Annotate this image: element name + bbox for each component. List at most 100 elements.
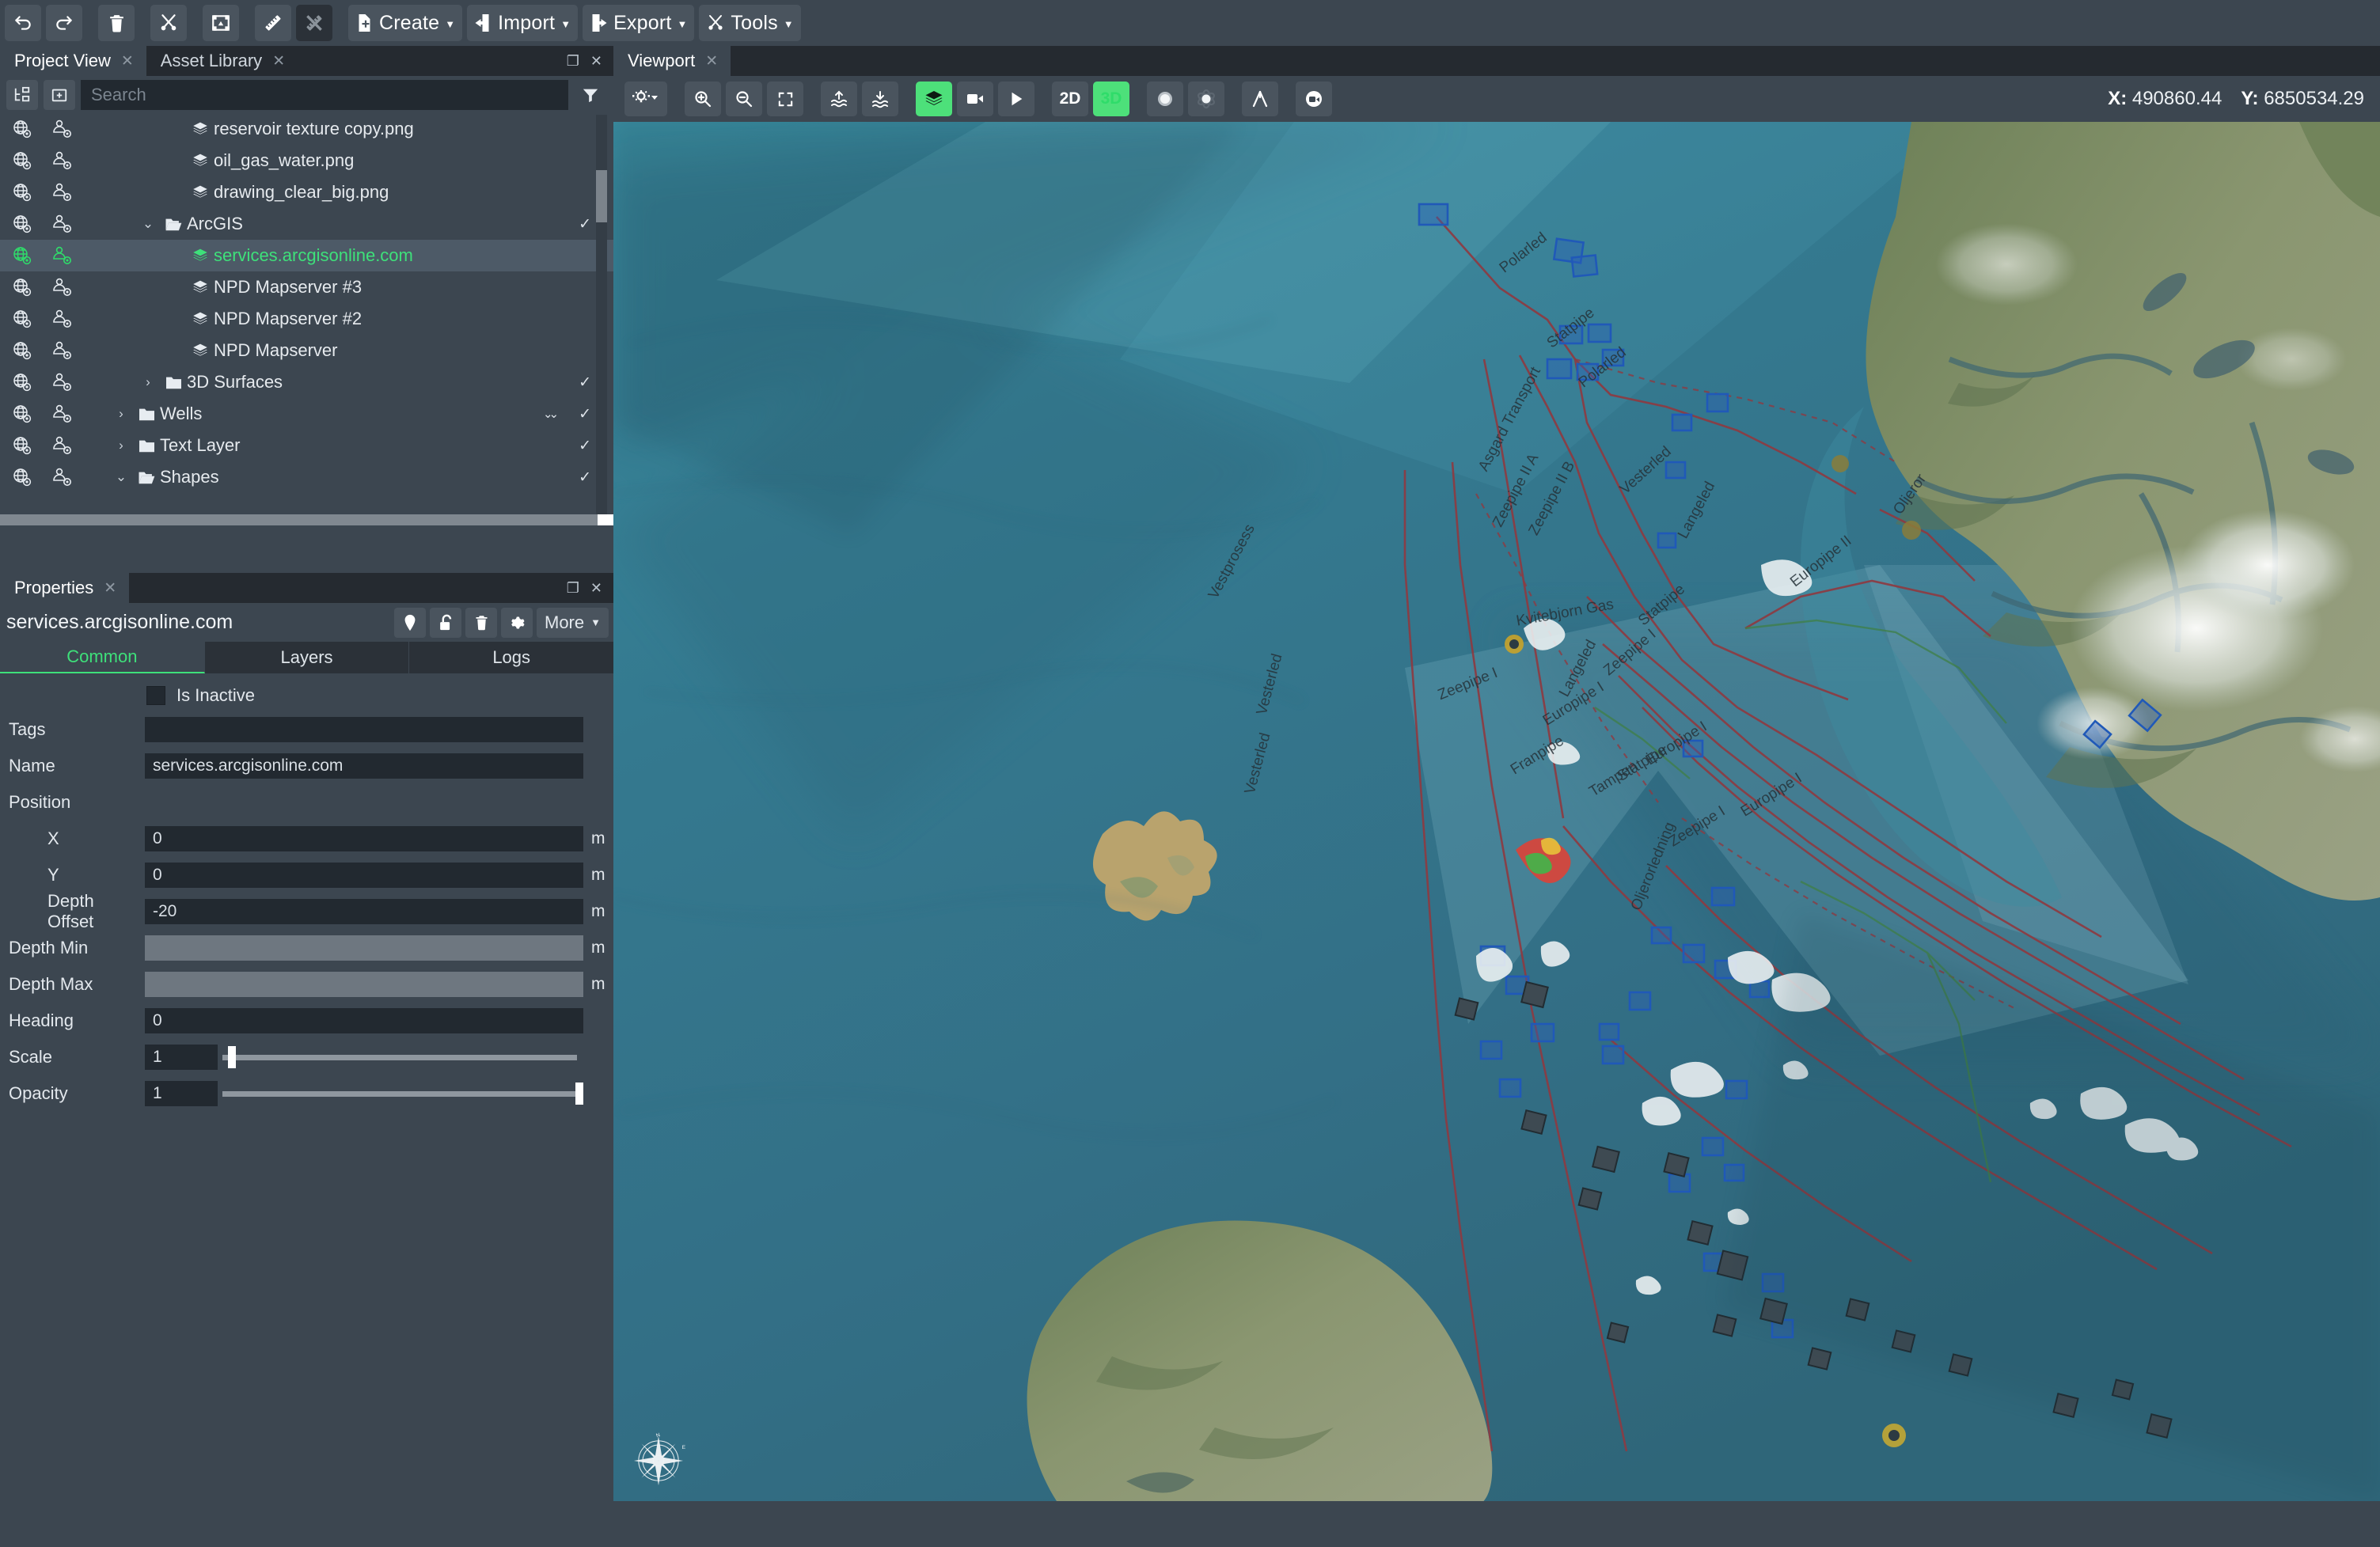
globe-visibility-icon[interactable]: [6, 432, 38, 459]
person-visibility-icon[interactable]: [46, 305, 78, 332]
close-panel-icon[interactable]: ✕: [590, 53, 602, 70]
globe-visibility-icon[interactable]: [6, 464, 38, 491]
viewport-settings-button[interactable]: [624, 82, 667, 116]
camera-button[interactable]: [957, 82, 993, 116]
cut-button[interactable]: [150, 5, 187, 41]
globe-visibility-icon[interactable]: [6, 274, 38, 301]
scale-slider-handle[interactable]: [228, 1046, 237, 1068]
angle-button[interactable]: [1242, 82, 1278, 116]
person-visibility-icon[interactable]: [46, 337, 78, 364]
scale-input[interactable]: [145, 1045, 218, 1070]
expand-all-icon[interactable]: ⌄⌄: [543, 407, 559, 421]
tree-horizontal-scrollbar[interactable]: [0, 514, 613, 525]
view-3d-button[interactable]: 3D: [1093, 82, 1129, 116]
tree-row[interactable]: ⌄ Shapes ✓: [0, 461, 613, 493]
tags-input[interactable]: [145, 717, 583, 742]
import-menu[interactable]: Import ▼: [467, 5, 579, 41]
tree-row[interactable]: ⌄ ArcGIS ✓: [0, 208, 613, 240]
chevron-right-icon[interactable]: ›: [109, 406, 133, 422]
tree-row[interactable]: › Text Layer ✓: [0, 430, 613, 461]
tree-row[interactable]: drawing_clear_big.png: [0, 176, 613, 208]
person-visibility-icon[interactable]: [46, 116, 78, 142]
more-dropdown[interactable]: More ▼: [537, 607, 609, 638]
depth-offset-input[interactable]: [145, 899, 583, 924]
redo-button[interactable]: [46, 5, 82, 41]
tree-row[interactable]: NPD Mapserver: [0, 335, 613, 366]
is-inactive-checkbox[interactable]: [146, 686, 165, 705]
sea-surface-down-button[interactable]: [862, 82, 898, 116]
person-visibility-icon[interactable]: [46, 274, 78, 301]
tab-common[interactable]: Common: [0, 642, 205, 673]
delete-button[interactable]: [98, 5, 135, 41]
row-check-icon[interactable]: ✓: [579, 373, 591, 392]
globe-visibility-icon[interactable]: [6, 369, 38, 396]
person-visibility-icon[interactable]: [46, 400, 78, 427]
settings-button[interactable]: [501, 607, 533, 638]
project-tree[interactable]: reservoir texture copy.png oil_gas_water.…: [0, 113, 613, 525]
tab-project-view[interactable]: Project View ✕: [0, 46, 146, 76]
heading-input[interactable]: [145, 1008, 583, 1033]
row-check-icon[interactable]: ✓: [579, 405, 591, 423]
close-icon[interactable]: ✕: [121, 52, 134, 70]
tree-row[interactable]: oil_gas_water.png: [0, 145, 613, 176]
globe-visibility-icon[interactable]: [6, 179, 38, 206]
opacity-slider-handle[interactable]: [575, 1083, 583, 1105]
globe-visibility-icon[interactable]: [6, 147, 38, 174]
export-menu[interactable]: Export ▼: [583, 5, 695, 41]
tab-properties[interactable]: Properties ✕: [0, 573, 130, 603]
close-icon[interactable]: ✕: [705, 52, 718, 70]
zoom-in-button[interactable]: [685, 82, 721, 116]
orbit-button[interactable]: [1188, 82, 1224, 116]
globe-visibility-icon[interactable]: [6, 337, 38, 364]
delete-button[interactable]: [465, 607, 497, 638]
close-icon[interactable]: ✕: [104, 579, 116, 597]
tab-logs[interactable]: Logs: [409, 642, 614, 673]
close-panel-icon[interactable]: ✕: [590, 580, 602, 597]
chevron-down-icon[interactable]: ⌄: [109, 469, 133, 485]
tab-layers[interactable]: Layers: [204, 642, 410, 673]
play-button[interactable]: [998, 82, 1034, 116]
position-x-input[interactable]: [145, 826, 583, 851]
globe-visibility-icon[interactable]: [6, 305, 38, 332]
chevron-right-icon[interactable]: ›: [136, 374, 160, 390]
light-sphere-button[interactable]: [1147, 82, 1183, 116]
new-folder-button[interactable]: [44, 79, 75, 110]
person-visibility-icon[interactable]: [46, 147, 78, 174]
person-visibility-icon[interactable]: [46, 242, 78, 269]
tree-row[interactable]: NPD Mapserver #2: [0, 303, 613, 335]
sea-surface-up-button[interactable]: [821, 82, 857, 116]
tree-row[interactable]: NPD Mapserver #3: [0, 271, 613, 303]
tree-structure-button[interactable]: [6, 79, 38, 110]
lock-button[interactable]: [430, 607, 461, 638]
globe-visibility-icon[interactable]: [6, 242, 38, 269]
name-input[interactable]: [145, 753, 583, 779]
close-icon[interactable]: ✕: [272, 52, 285, 70]
tree-row[interactable]: › 3D Surfaces ✓: [0, 366, 613, 398]
tab-asset-library[interactable]: Asset Library ✕: [146, 46, 298, 76]
float-panel-icon[interactable]: ❐: [567, 580, 579, 597]
tree-vertical-scrollbar[interactable]: [596, 115, 607, 522]
person-visibility-icon[interactable]: [46, 179, 78, 206]
paste-button[interactable]: [203, 5, 239, 41]
chevron-right-icon[interactable]: ›: [109, 438, 133, 453]
row-check-icon[interactable]: ✓: [579, 437, 591, 455]
zoom-out-button[interactable]: [726, 82, 762, 116]
float-panel-icon[interactable]: ❐: [567, 53, 579, 70]
globe-visibility-icon[interactable]: [6, 116, 38, 142]
fit-screen-button[interactable]: [767, 82, 803, 116]
record-camera-button[interactable]: [1296, 82, 1332, 116]
tree-row[interactable]: services.arcgisonline.com: [0, 240, 613, 271]
tree-horizontal-scrollbar-thumb[interactable]: [0, 514, 598, 525]
opacity-input[interactable]: [145, 1081, 218, 1106]
person-visibility-icon[interactable]: [46, 432, 78, 459]
opacity-slider[interactable]: [218, 1081, 583, 1106]
filter-button[interactable]: [574, 79, 607, 110]
globe-visibility-icon[interactable]: [6, 400, 38, 427]
view-2d-button[interactable]: 2D: [1052, 82, 1088, 116]
chevron-down-icon[interactable]: ⌄: [136, 216, 160, 232]
tree-row[interactable]: › Wells ⌄⌄ ✓: [0, 398, 613, 430]
person-visibility-icon[interactable]: [46, 369, 78, 396]
scale-slider[interactable]: [218, 1045, 583, 1070]
person-visibility-icon[interactable]: [46, 210, 78, 237]
undo-button[interactable]: [5, 5, 41, 41]
